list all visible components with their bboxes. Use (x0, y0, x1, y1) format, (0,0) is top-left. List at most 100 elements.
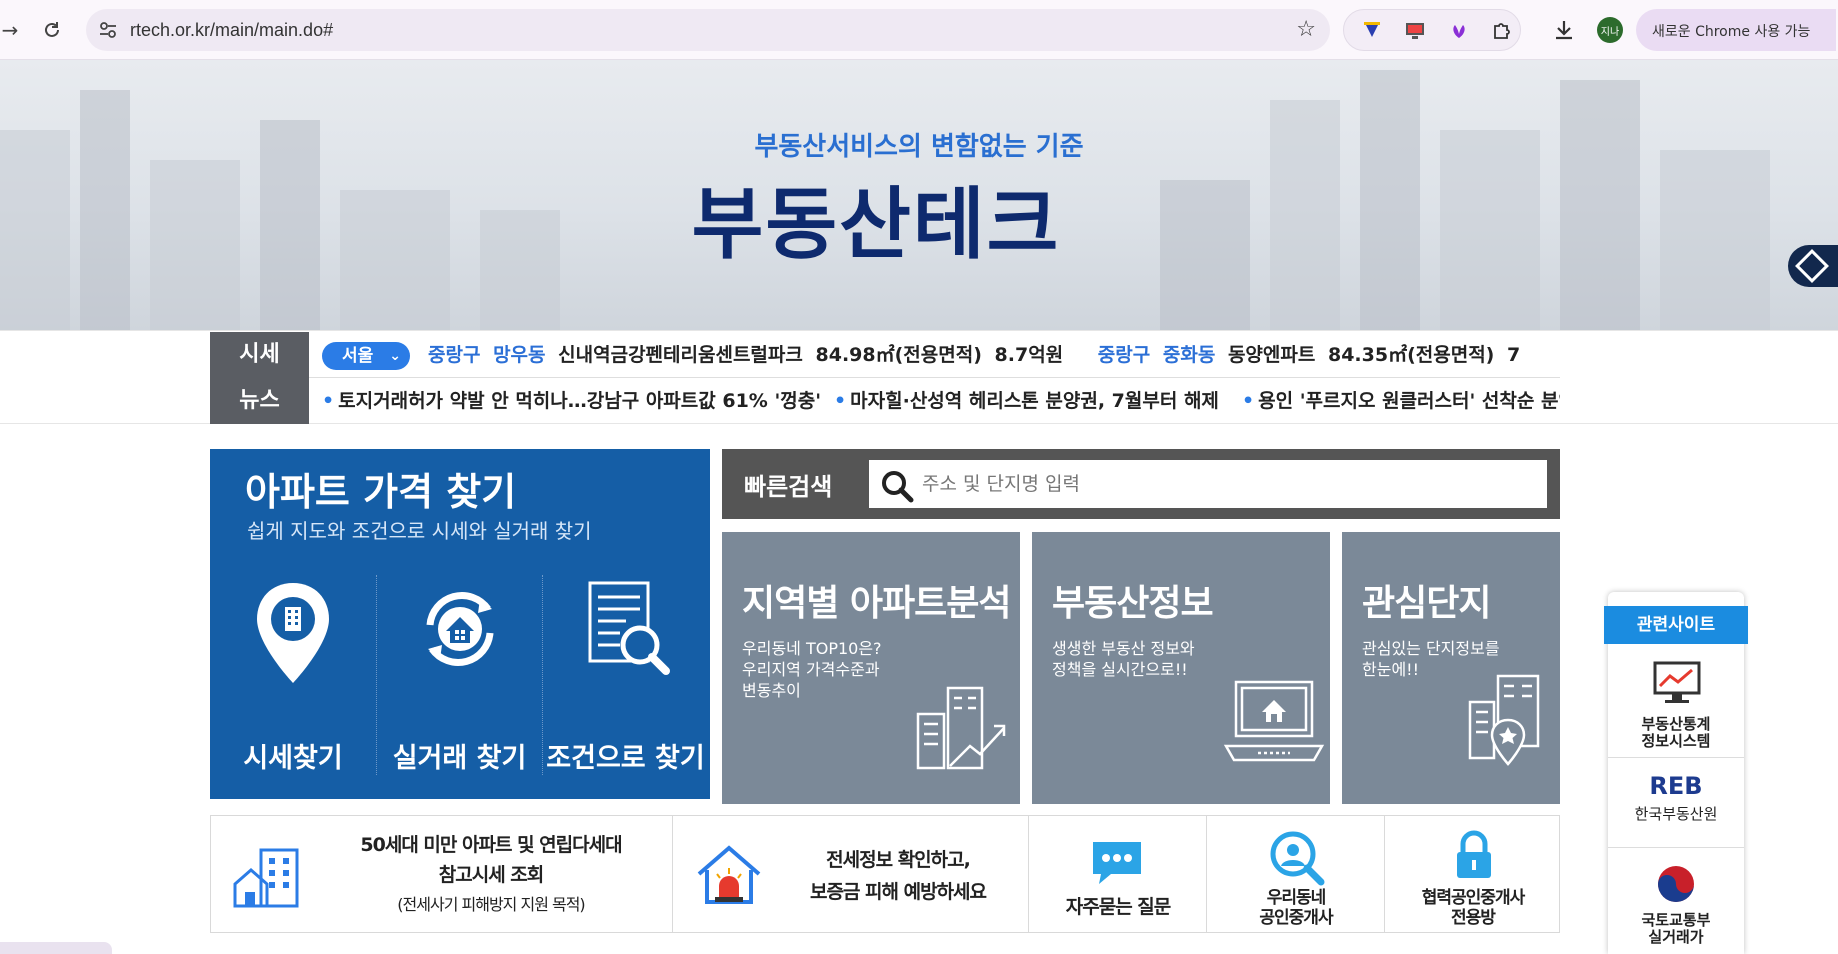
condition-search-button[interactable]: 조건으로 찾기 (542, 575, 708, 775)
diamond-icon (1795, 249, 1829, 283)
reload-icon[interactable] (38, 16, 66, 44)
price-ticker-row: 시세 서울 ⌄ 중랑구 망우동 신내역금강펜테리움센트럴파크 84.98㎡(전용면… (210, 332, 1560, 378)
reb-logo: REB (1649, 772, 1703, 800)
tile-description: 생생한 부동산 정보와 정책을 실시간으로!! (1052, 639, 1195, 679)
taegeuk-emblem-icon (1658, 866, 1694, 902)
related-sites-title: 관련사이트 (1604, 606, 1748, 644)
news-link[interactable]: 용인 '푸르지오 원클러스터' 선착순 분양 (1242, 378, 1560, 424)
floating-widget-button[interactable] (1788, 245, 1838, 287)
bookmark-star-icon[interactable]: ☆ (1296, 17, 1316, 42)
bottom-shortcuts: 50세대 미만 아파트 및 연립다세대 참고시세 조회 (전세사기 피해방지 지… (210, 815, 1560, 933)
related-site-stats-label: 부동산통계 정보시스템 (1608, 716, 1744, 750)
price-label: 시세 (210, 332, 309, 378)
news-link[interactable]: 마자힐·산성역 헤리스톤 분양권, 7월부터 해제 (834, 378, 1219, 424)
ticker-district: 중랑구 (428, 344, 481, 366)
url-text[interactable]: rtech.or.kr/main/main.do# (130, 20, 333, 41)
region-select-value: 서울 (342, 346, 374, 366)
apt-finder-subtitle: 쉽게 지도와 조건으로 시세와 실거래 찾기 (247, 519, 592, 543)
ticker-apt: 동양엔파트 (1227, 344, 1316, 366)
status-bar-pill (0, 942, 112, 954)
flower-extension-icon[interactable] (1448, 20, 1470, 42)
local-agent-line2: 공인중개사 (1259, 908, 1333, 928)
chat-bubble-icon (1093, 842, 1141, 884)
monitor-extension-icon[interactable] (1404, 20, 1426, 42)
puzzle-extensions-icon[interactable] (1490, 20, 1512, 42)
actual-transaction-search-button[interactable]: 실거래 찾기 (376, 575, 542, 775)
ticker-section: 시세 서울 ⌄ 중랑구 망우동 신내역금강펜테리움센트럴파크 84.98㎡(전용면… (0, 330, 1838, 424)
partner-agent-text: 협력공인중개사 전용방 (1385, 888, 1561, 928)
search-icon[interactable] (880, 469, 914, 503)
tile-title: 관심단지 (1362, 583, 1491, 624)
related-site-stats-line1: 부동산통계 (1641, 715, 1711, 733)
address-bar[interactable]: rtech.or.kr/main/main.do# ☆ (86, 9, 1330, 51)
related-site-molit-line2: 실거래가 (1648, 928, 1704, 946)
related-site-molit-line1: 국토교통부 (1641, 911, 1711, 929)
profile-avatar[interactable]: 지나 (1597, 17, 1623, 43)
building-star-pin-icon (1468, 674, 1540, 766)
quick-search-bar: 빠른검색 (722, 449, 1560, 519)
actual-transaction-search-label: 실거래 찾기 (392, 743, 527, 774)
reference-price-text: 50세대 미만 아파트 및 연립다세대 참고시세 조회 (전세사기 피해방지 지… (311, 830, 671, 920)
jeonse-line1: 전세정보 확인하고, (826, 849, 971, 871)
extensions-group (1343, 9, 1521, 51)
regional-analysis-tile[interactable]: 지역별 아파트분석 우리동네 TOP10은? 우리지역 가격수준과 변동추이 (722, 532, 1020, 804)
price-ticker-content[interactable]: 중랑구 망우동 신내역금강펜테리움센트럴파크 84.98㎡(전용면적) 8.7억… (428, 332, 1520, 378)
quick-search-label: 빠른검색 (744, 473, 833, 501)
ticker-apt: 신내역금강펜테리움센트럴파크 (558, 344, 803, 366)
laptop-house-icon (1223, 680, 1325, 762)
reference-price-shortcut[interactable]: 50세대 미만 아파트 및 연립다세대 참고시세 조회 (전세사기 피해방지 지… (211, 816, 673, 932)
faq-shortcut[interactable]: 자주묻는 질문 (1029, 816, 1207, 932)
related-site-molit-label: 국토교통부 실거래가 (1608, 912, 1744, 946)
related-site-stats[interactable]: 부동산통계 정보시스템 (1608, 654, 1744, 758)
tile-title: 부동산정보 (1052, 583, 1214, 624)
reference-price-note: (전세사기 피해방지 지원 목적) (397, 895, 585, 914)
ticker-area: 84.98㎡(전용면적) (815, 344, 982, 366)
reference-price-line2: 참고시세 조회 (438, 864, 545, 886)
partner-agent-line1: 협력공인중개사 (1421, 888, 1525, 908)
tile-description: 우리동네 TOP10은? 우리지역 가격수준과 변동추이 (742, 639, 882, 700)
local-agent-text: 우리동네 공인중개사 (1207, 888, 1385, 928)
real-estate-info-tile[interactable]: 부동산정보 생생한 부동산 정보와 정책을 실시간으로!! (1032, 532, 1330, 804)
local-agent-line1: 우리동네 (1266, 888, 1327, 908)
market-price-search-button[interactable]: 시세찾기 (210, 575, 376, 775)
ticker-dong: 망우동 (493, 344, 546, 366)
house-alarm-icon (697, 845, 761, 904)
ticker-price: 8.7억원 (994, 344, 1064, 366)
region-select[interactable]: 서울 ⌄ (322, 342, 410, 370)
chrome-update-button[interactable]: 새로운 Chrome 사용 가능 (1636, 9, 1836, 51)
related-sites-panel: 관련사이트 부동산통계 정보시스템 REB 한국부동산원 국토교통부 실거래가 (1604, 592, 1748, 954)
jeonse-line2: 보증금 피해 예방하세요 (809, 881, 987, 903)
market-price-search-label: 시세찾기 (243, 743, 343, 774)
jeonse-info-shortcut[interactable]: 전세정보 확인하고, 보증금 피해 예방하세요 (673, 816, 1029, 932)
quick-search-input[interactable] (922, 463, 1522, 505)
related-site-reb[interactable]: REB 한국부동산원 (1608, 758, 1744, 848)
ticker-district: 중랑구 (1097, 344, 1151, 366)
local-agent-shortcut[interactable]: 우리동네 공인중개사 (1207, 816, 1385, 932)
news-ticker-row: 뉴스 토지거래허가 약발 안 먹히나…강남구 아파트값 61% '껑충' 마자힐… (210, 378, 1560, 424)
downloads-icon[interactable] (1550, 16, 1578, 44)
news-label: 뉴스 (210, 378, 309, 424)
jeonse-info-text: 전세정보 확인하고, 보증금 피해 예방하세요 (773, 844, 1023, 908)
reference-price-line1: 50세대 미만 아파트 및 연립다세대 (360, 834, 622, 856)
apartment-buildings-icon (233, 848, 299, 908)
download-arrow-extension-icon[interactable] (1361, 20, 1383, 42)
ticker-dong: 중화동 (1162, 344, 1216, 366)
site-logo-title[interactable]: 부동산테크 (0, 162, 1752, 274)
apt-price-finder: 아파트 가격 찾기 쉽게 지도와 조건으로 시세와 실거래 찾기 시세찾기 실거… (210, 449, 710, 799)
stats-monitor-icon (1653, 661, 1701, 703)
hero-banner: 부동산서비스의 변함없는 기준 부동산테크 (0, 60, 1838, 330)
news-link[interactable]: 토지거래허가 약발 안 먹히나…강남구 아파트값 61% '껑충' (322, 378, 821, 424)
document-search-icon (588, 581, 670, 675)
interest-complex-tile[interactable]: 관심단지 관심있는 단지정보를 한눈에!! (1342, 532, 1560, 804)
ticker-area: 84.35㎡(전용면적) (1327, 344, 1495, 366)
browser-toolbar: → rtech.or.kr/main/main.do# ☆ 지나 새로운 Chr… (0, 0, 1838, 60)
partner-agent-line2: 전용방 (1451, 908, 1496, 928)
map-pin-icon (257, 583, 329, 683)
building-chart-icon (916, 686, 1006, 770)
site-info-icon[interactable] (98, 20, 118, 40)
forward-icon[interactable]: → (0, 16, 24, 44)
partner-agent-shortcut[interactable]: 협력공인중개사 전용방 (1385, 816, 1561, 932)
related-site-molit[interactable]: 국토교통부 실거래가 (1608, 848, 1744, 954)
house-cycle-icon (426, 592, 494, 666)
related-site-stats-line2: 정보시스템 (1641, 732, 1711, 750)
